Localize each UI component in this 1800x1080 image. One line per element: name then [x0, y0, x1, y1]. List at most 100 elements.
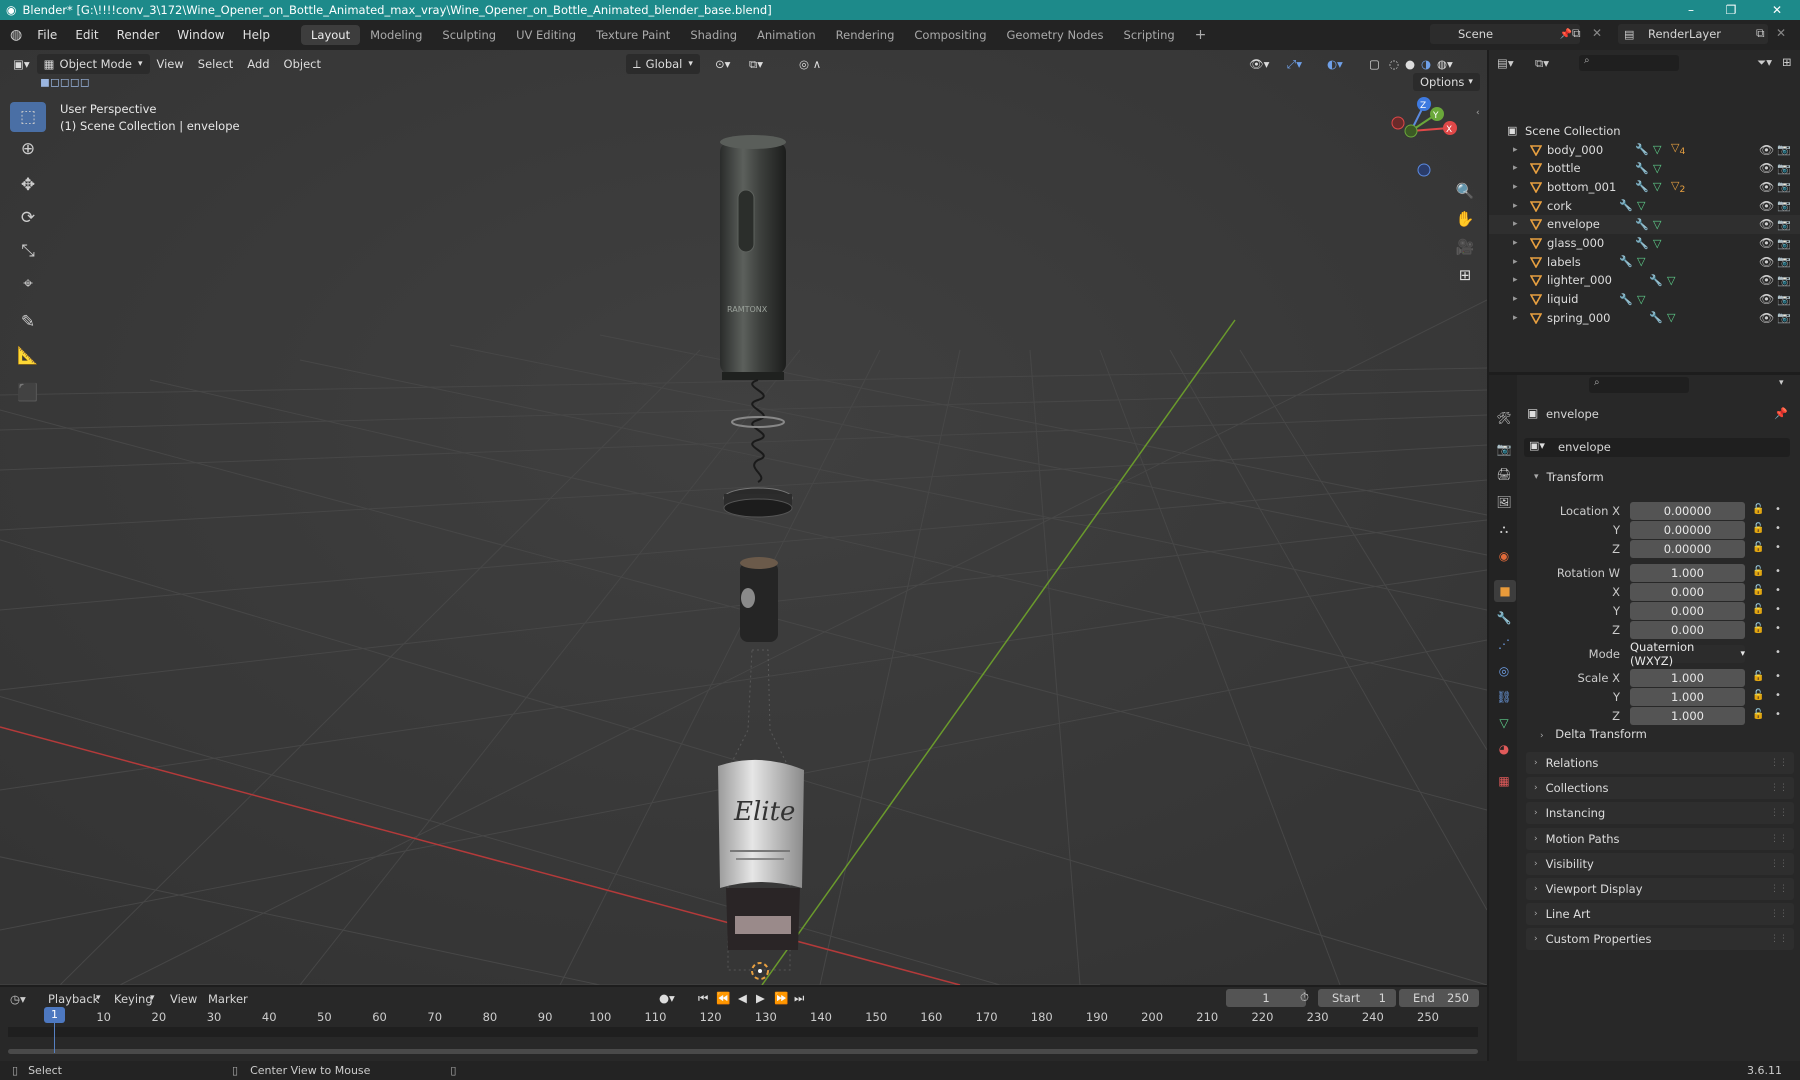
expand-arrow-icon[interactable]: ▸	[1513, 275, 1518, 285]
particles-tab-icon[interactable]: ⋰	[1496, 636, 1512, 652]
sidebar-toggle-icon[interactable]: ‹	[1476, 108, 1480, 118]
workspace-tab-modeling[interactable]: Modeling	[360, 25, 432, 45]
scene-field[interactable]: Scene 📌	[1430, 24, 1580, 44]
workspace-tab-compositing[interactable]: Compositing	[904, 25, 996, 45]
properties-panel-header[interactable]: › Motion Paths ⋮⋮	[1526, 827, 1794, 850]
transform-tool[interactable]: ⌖	[10, 269, 46, 299]
properties-search-field[interactable]: ⌕	[1589, 377, 1689, 393]
viewport-menu-add[interactable]: Add	[240, 54, 276, 74]
visibility-eye-icon[interactable]: 👁	[1759, 161, 1774, 175]
lock-icon[interactable]: 🔓	[1752, 523, 1764, 534]
keyframe-dot-icon[interactable]: •	[1775, 566, 1781, 577]
viewport-menu-view[interactable]: View	[150, 54, 191, 74]
modifier-icon[interactable]: 🔧	[1635, 180, 1649, 193]
timeline-menu-view[interactable]: View	[170, 992, 197, 1006]
scene-tab-icon[interactable]: ⛬	[1496, 521, 1512, 537]
keyframe-dot-icon[interactable]: •	[1775, 647, 1781, 658]
expand-arrow-icon[interactable]: ▸	[1513, 257, 1518, 267]
pan-hand-icon[interactable]: ✋	[1451, 205, 1479, 233]
properties-panel-header[interactable]: › Relations ⋮⋮	[1526, 752, 1794, 774]
expand-arrow-icon[interactable]: ▸	[1513, 201, 1518, 211]
transform-value-field[interactable]: 1.000	[1630, 688, 1745, 706]
render-camera-icon[interactable]: 📷	[1777, 274, 1791, 287]
properties-panel-header[interactable]: › Visibility ⋮⋮	[1526, 852, 1794, 875]
lock-icon[interactable]: 🔓	[1752, 690, 1764, 701]
current-frame-field[interactable]: 1	[1226, 989, 1306, 1007]
mesh-data-icon[interactable]: ▽	[1653, 162, 1661, 175]
cursor-tool[interactable]: ⊕	[10, 134, 46, 164]
world-tab-icon[interactable]: ◉	[1496, 548, 1512, 564]
modifier-icon[interactable]: 🔧	[1649, 311, 1663, 324]
gizmo-toggle-icon[interactable]: ⤢▾	[1280, 54, 1309, 74]
workspace-tab-layout[interactable]: Layout	[300, 25, 361, 45]
play-reverse-button[interactable]: ◀	[738, 991, 747, 1005]
visibility-eye-icon[interactable]: 👁	[1759, 180, 1774, 194]
outliner-row[interactable]: ▸ glass_000 🔧 ▽ 👁 📷	[1489, 234, 1800, 253]
blender-menu-icon[interactable]: ◍	[10, 27, 22, 43]
drag-handle-icon[interactable]: ⋮⋮	[1770, 834, 1788, 844]
visibility-eye-icon[interactable]: 👁	[1759, 199, 1774, 213]
close-button[interactable]: ✕	[1754, 0, 1800, 20]
new-scene-icon[interactable]: ⧉	[1572, 26, 1581, 41]
render-camera-icon[interactable]: 📷	[1777, 311, 1791, 324]
modifier-tab-icon[interactable]: 🔧	[1496, 610, 1512, 626]
visibility-eye-icon[interactable]: 👁	[1759, 143, 1774, 157]
lock-icon[interactable]: 🔓	[1752, 504, 1764, 515]
outliner-row[interactable]: ▸ liquid 🔧 ▽ 👁 📷	[1489, 290, 1800, 309]
transform-value-field[interactable]: 0.00000	[1630, 521, 1745, 539]
lock-icon[interactable]: 🔓	[1752, 671, 1764, 682]
workspace-tab-sculpting[interactable]: Sculpting	[432, 25, 506, 45]
new-collection-icon[interactable]: ⊞	[1782, 55, 1792, 69]
pin-icon[interactable]: 📌	[1560, 29, 1572, 40]
transform-value-field[interactable]: 0.000	[1630, 583, 1745, 601]
transform-value-field[interactable]: 1.000	[1630, 564, 1745, 582]
annotate-tool[interactable]: ✎	[10, 307, 46, 337]
menu-file[interactable]: File	[28, 28, 66, 42]
transform-panel-header[interactable]: ▾ Transform	[1526, 466, 1794, 488]
material-count-icon[interactable]: ▽2	[1671, 179, 1685, 195]
jump-start-button[interactable]: ⏮	[698, 991, 708, 1006]
workspace-tab-scripting[interactable]: Scripting	[1114, 25, 1185, 45]
end-frame-field[interactable]: End 250	[1399, 989, 1479, 1007]
render-camera-icon[interactable]: 📷	[1777, 162, 1791, 175]
measure-tool[interactable]: 📐	[10, 341, 46, 371]
outliner-row[interactable]: ▸ body_000 🔧 ▽ ▽4 👁 📷	[1489, 140, 1800, 159]
texture-tab-icon[interactable]: ▦	[1496, 773, 1512, 789]
visibility-eye-icon[interactable]: 👁	[1759, 292, 1774, 306]
timeline-scrollbar[interactable]	[8, 1049, 1478, 1054]
transform-value-field[interactable]: 0.00000	[1630, 540, 1745, 558]
outliner-search-field[interactable]: ⌕	[1579, 55, 1679, 71]
transform-value-field[interactable]: 1.000	[1630, 669, 1745, 687]
outliner-row-scene-collection[interactable]: ▣ Scene Collection	[1489, 121, 1800, 140]
ortho-grid-icon[interactable]: ⊞	[1451, 261, 1479, 289]
delete-render-layer-icon[interactable]: ✕	[1776, 26, 1786, 40]
editor-type-icon[interactable]: ▣▾	[6, 54, 37, 74]
constraints-tab-icon[interactable]: ⛓	[1496, 689, 1512, 705]
delta-transform-header[interactable]: › Delta Transform	[1540, 727, 1647, 741]
render-camera-icon[interactable]: 📷	[1777, 218, 1791, 231]
lock-icon[interactable]: 🔓	[1752, 542, 1764, 553]
timeline-menu-keying[interactable]: Keying	[114, 992, 153, 1006]
viewport-menu-select[interactable]: Select	[191, 54, 240, 74]
modifier-icon[interactable]: 🔧	[1635, 143, 1649, 156]
drag-handle-icon[interactable]: ⋮⋮	[1770, 783, 1788, 793]
visibility-eye-icon[interactable]: 👁	[1759, 236, 1774, 250]
lock-icon[interactable]: 🔓	[1752, 623, 1764, 634]
options-chevron-icon[interactable]: ▾	[1779, 378, 1784, 388]
proportional-edit-icon[interactable]: ◎ ∧	[792, 54, 828, 74]
mesh-data-icon[interactable]: ▽	[1637, 293, 1645, 306]
outliner-row[interactable]: ▸ bottle 🔧 ▽ 👁 📷	[1489, 159, 1800, 178]
modifier-icon[interactable]: 🔧	[1619, 199, 1633, 212]
properties-panel-header[interactable]: › Viewport Display ⋮⋮	[1526, 878, 1794, 900]
workspace-tab-animation[interactable]: Animation	[747, 25, 826, 45]
timeline-editor-icon[interactable]: ◷▾	[10, 992, 26, 1006]
keyframe-dot-icon[interactable]: •	[1775, 585, 1781, 596]
material-tab-icon[interactable]: ◕	[1496, 741, 1512, 757]
jump-keyframe-back-button[interactable]: ⏪	[716, 991, 730, 1005]
mesh-data-icon[interactable]: ▽	[1667, 274, 1675, 287]
expand-arrow-icon[interactable]: ▸	[1513, 294, 1518, 304]
data-tab-icon[interactable]: ▽	[1496, 715, 1512, 731]
menu-edit[interactable]: Edit	[66, 28, 107, 42]
snap-icon[interactable]: ⧉▾	[742, 54, 770, 74]
viewport-menu-object[interactable]: Object	[277, 54, 328, 74]
